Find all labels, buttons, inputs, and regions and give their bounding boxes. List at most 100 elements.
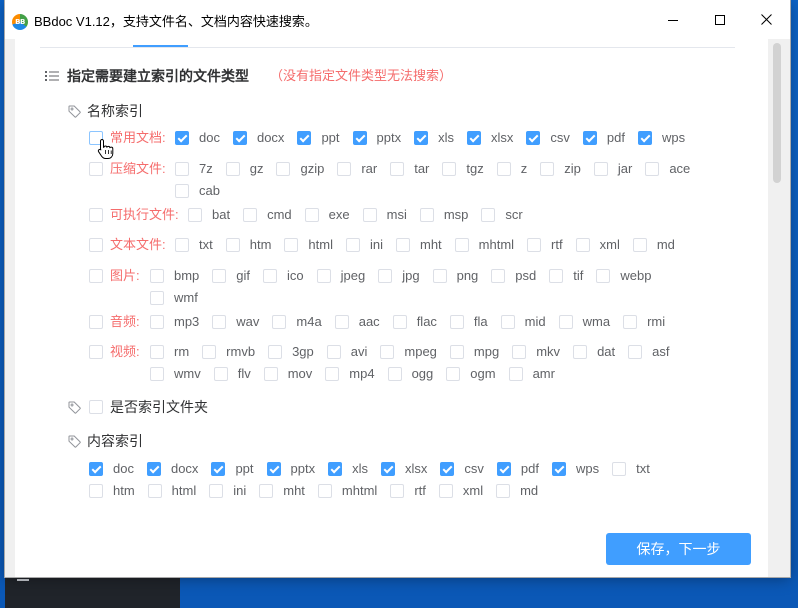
checkbox-box[interactable] xyxy=(259,484,274,498)
checkbox-box[interactable] xyxy=(175,184,189,198)
name-index-checkbox-msi[interactable]: msi xyxy=(362,204,407,226)
checkbox-box[interactable] xyxy=(325,367,340,381)
name-index-checkbox-mid[interactable]: mid xyxy=(500,311,546,333)
name-index-checkbox-png[interactable]: png xyxy=(432,265,478,287)
content-index-checkbox-pptx[interactable]: pptx xyxy=(266,458,315,480)
name-index-checkbox-flac[interactable]: flac xyxy=(392,311,437,333)
content-index-checkbox-csv[interactable]: csv xyxy=(440,458,484,480)
checkbox-box[interactable] xyxy=(645,162,660,176)
name-index-checkbox-tar[interactable]: tar xyxy=(390,158,429,180)
checkbox-box[interactable] xyxy=(266,462,281,476)
content-index-checkbox-html[interactable]: html xyxy=(147,480,196,502)
name-index-checkbox-mp4[interactable]: mp4 xyxy=(325,363,375,385)
minimize-button[interactable] xyxy=(650,0,696,39)
name-index-checkbox-wmv[interactable]: wmv xyxy=(150,363,201,385)
checkbox-box[interactable] xyxy=(573,345,588,359)
checkbox-box[interactable] xyxy=(202,345,217,359)
checkbox-box[interactable] xyxy=(449,345,464,359)
name-index-checkbox-xlsx[interactable]: xlsx xyxy=(466,127,513,149)
close-button[interactable] xyxy=(743,0,789,39)
name-index-checkbox-scr[interactable]: scr xyxy=(481,204,523,226)
name-index-checkbox-m4a[interactable]: m4a xyxy=(272,311,322,333)
checkbox-box[interactable] xyxy=(243,208,258,222)
name-index-checkbox-ogg[interactable]: ogg xyxy=(387,363,433,385)
scrollbar-thumb[interactable] xyxy=(773,43,781,183)
name-index-checkbox-ico[interactable]: ico xyxy=(263,265,304,287)
checkbox-box[interactable] xyxy=(380,462,395,476)
name-index-checkbox-amr[interactable]: amr xyxy=(508,363,555,385)
checkbox-box[interactable] xyxy=(328,462,343,476)
checkbox-box[interactable] xyxy=(272,315,287,329)
checkbox-box[interactable] xyxy=(593,162,608,176)
checkbox-box[interactable] xyxy=(304,208,319,222)
name-index-checkbox-3gp[interactable]: 3gp xyxy=(268,341,314,363)
content-index-checkbox-rtf[interactable]: rtf xyxy=(390,480,426,502)
category-checkbox-video[interactable] xyxy=(89,345,103,359)
name-index-checkbox-wps[interactable]: wps xyxy=(637,127,685,149)
checkbox-box[interactable] xyxy=(414,131,429,145)
checkbox-box[interactable] xyxy=(213,367,228,381)
name-index-checkbox-rar[interactable]: rar xyxy=(337,158,377,180)
checkbox-box[interactable] xyxy=(380,345,395,359)
checkbox-box[interactable] xyxy=(317,484,332,498)
checkbox-box[interactable] xyxy=(212,315,227,329)
name-index-checkbox-gif[interactable]: gif xyxy=(212,265,250,287)
checkbox-box[interactable] xyxy=(297,131,312,145)
name-index-checkbox-ogm[interactable]: ogm xyxy=(446,363,496,385)
name-index-checkbox-avi[interactable]: avi xyxy=(326,341,367,363)
name-index-checkbox-jpg[interactable]: jpg xyxy=(378,265,420,287)
name-index-checkbox-mpeg[interactable]: mpeg xyxy=(380,341,437,363)
checkbox-box[interactable] xyxy=(612,462,627,476)
category-checkbox-archives[interactable] xyxy=(89,162,103,176)
name-index-checkbox-psd[interactable]: psd xyxy=(491,265,536,287)
checkbox-box[interactable] xyxy=(175,238,189,252)
checkbox-box[interactable] xyxy=(150,367,164,381)
checkbox-box[interactable] xyxy=(549,269,564,283)
checkbox-box[interactable] xyxy=(491,269,506,283)
checkbox-box[interactable] xyxy=(334,315,349,329)
checkbox-box[interactable] xyxy=(454,238,469,252)
name-index-checkbox-mov[interactable]: mov xyxy=(263,363,312,385)
content-index-checkbox-htm[interactable]: htm xyxy=(89,480,135,502)
name-index-checkbox-xml[interactable]: xml xyxy=(575,234,620,256)
checkbox-box[interactable] xyxy=(211,462,226,476)
checkbox-box[interactable] xyxy=(500,315,515,329)
category-checkbox-text-files[interactable] xyxy=(89,238,103,252)
checkbox-box[interactable] xyxy=(432,269,447,283)
checkbox-box[interactable] xyxy=(632,238,647,252)
checkbox-box[interactable] xyxy=(147,484,162,498)
checkbox-box[interactable] xyxy=(146,462,161,476)
checkbox-box[interactable] xyxy=(150,291,164,305)
checkbox-box[interactable] xyxy=(392,315,407,329)
content-index-checkbox-doc[interactable]: doc xyxy=(89,458,134,480)
checkbox-box[interactable] xyxy=(637,131,652,145)
checkbox-box[interactable] xyxy=(596,269,611,283)
checkbox-box[interactable] xyxy=(390,484,405,498)
checkbox-box[interactable] xyxy=(496,162,511,176)
checkbox-box[interactable] xyxy=(438,484,453,498)
checkbox-box[interactable] xyxy=(419,208,434,222)
content-index-checkbox-ppt[interactable]: ppt xyxy=(211,458,254,480)
name-index-checkbox-bmp[interactable]: bmp xyxy=(150,265,199,287)
checkbox-box[interactable] xyxy=(150,315,164,329)
name-index-checkbox-z[interactable]: z xyxy=(496,158,527,180)
checkbox-box[interactable] xyxy=(89,484,103,498)
name-index-checkbox-wma[interactable]: wma xyxy=(558,311,610,333)
name-index-checkbox-doc[interactable]: doc xyxy=(175,127,220,149)
checkbox-box[interactable] xyxy=(551,462,566,476)
name-index-checkbox-html[interactable]: html xyxy=(284,234,333,256)
category-checkbox-audio[interactable] xyxy=(89,315,103,329)
name-index-checkbox-csv[interactable]: csv xyxy=(526,127,570,149)
checkbox-box[interactable] xyxy=(352,131,367,145)
checkbox-box[interactable] xyxy=(209,484,224,498)
checkbox-box[interactable] xyxy=(481,208,496,222)
checkbox-box[interactable] xyxy=(628,345,643,359)
name-index-checkbox-tif[interactable]: tif xyxy=(549,265,583,287)
name-index-checkbox-htm[interactable]: htm xyxy=(225,234,271,256)
checkbox-box[interactable] xyxy=(496,462,511,476)
name-index-checkbox-mpg[interactable]: mpg xyxy=(449,341,499,363)
name-index-checkbox-md[interactable]: md xyxy=(632,234,675,256)
checkbox-box[interactable] xyxy=(276,162,291,176)
checkbox-box[interactable] xyxy=(390,162,405,176)
checkbox-box[interactable] xyxy=(232,131,247,145)
